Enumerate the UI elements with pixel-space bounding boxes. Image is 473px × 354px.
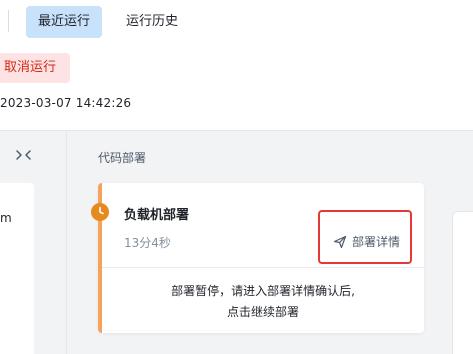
column-divider <box>66 131 67 354</box>
previous-stage-text: m <box>0 211 12 225</box>
collapse-arrows-icon[interactable] <box>14 147 34 163</box>
next-stage-panel <box>452 211 473 354</box>
stage-title: 代码部署 <box>98 151 147 165</box>
deploy-detail-label: 部署详情 <box>352 235 401 249</box>
paused-message: 部署暂停，请进入部署详情确认后, 点击继续部署 <box>102 281 424 323</box>
send-icon <box>333 235 347 248</box>
job-duration: 13分4秒 <box>124 236 171 250</box>
deploy-detail-button[interactable]: 部署详情 <box>318 210 412 264</box>
cancel-run-button[interactable]: 取消运行 <box>0 53 71 83</box>
paused-message-line1: 部署暂停，请进入部署详情确认后, <box>171 284 355 298</box>
deploy-detail-link[interactable]: 部署详情 <box>333 233 400 250</box>
run-header: 最近运行 运行历史 取消运行 2023-03-07 14:42:26 <box>0 0 473 130</box>
paused-message-line2: 点击继续部署 <box>226 305 299 319</box>
tab-recent-runs[interactable]: 最近运行 <box>26 6 103 38</box>
tab-run-history[interactable]: 运行历史 <box>114 6 190 38</box>
card-divider <box>102 267 424 268</box>
pipeline-canvas: m 代码部署 负载机部署 13分4秒 部署详情 部署暂停，请进入部署详情确认后,… <box>0 130 473 354</box>
run-start-time: 2023-03-07 14:42:26 <box>0 96 132 110</box>
clock-icon <box>91 203 109 221</box>
job-card[interactable]: 负载机部署 13分4秒 部署详情 部署暂停，请进入部署详情确认后, 点击继续部署 <box>91 183 424 333</box>
header-separator <box>8 10 9 32</box>
job-name: 负载机部署 <box>124 208 190 223</box>
previous-stage-panel: m <box>0 183 34 354</box>
